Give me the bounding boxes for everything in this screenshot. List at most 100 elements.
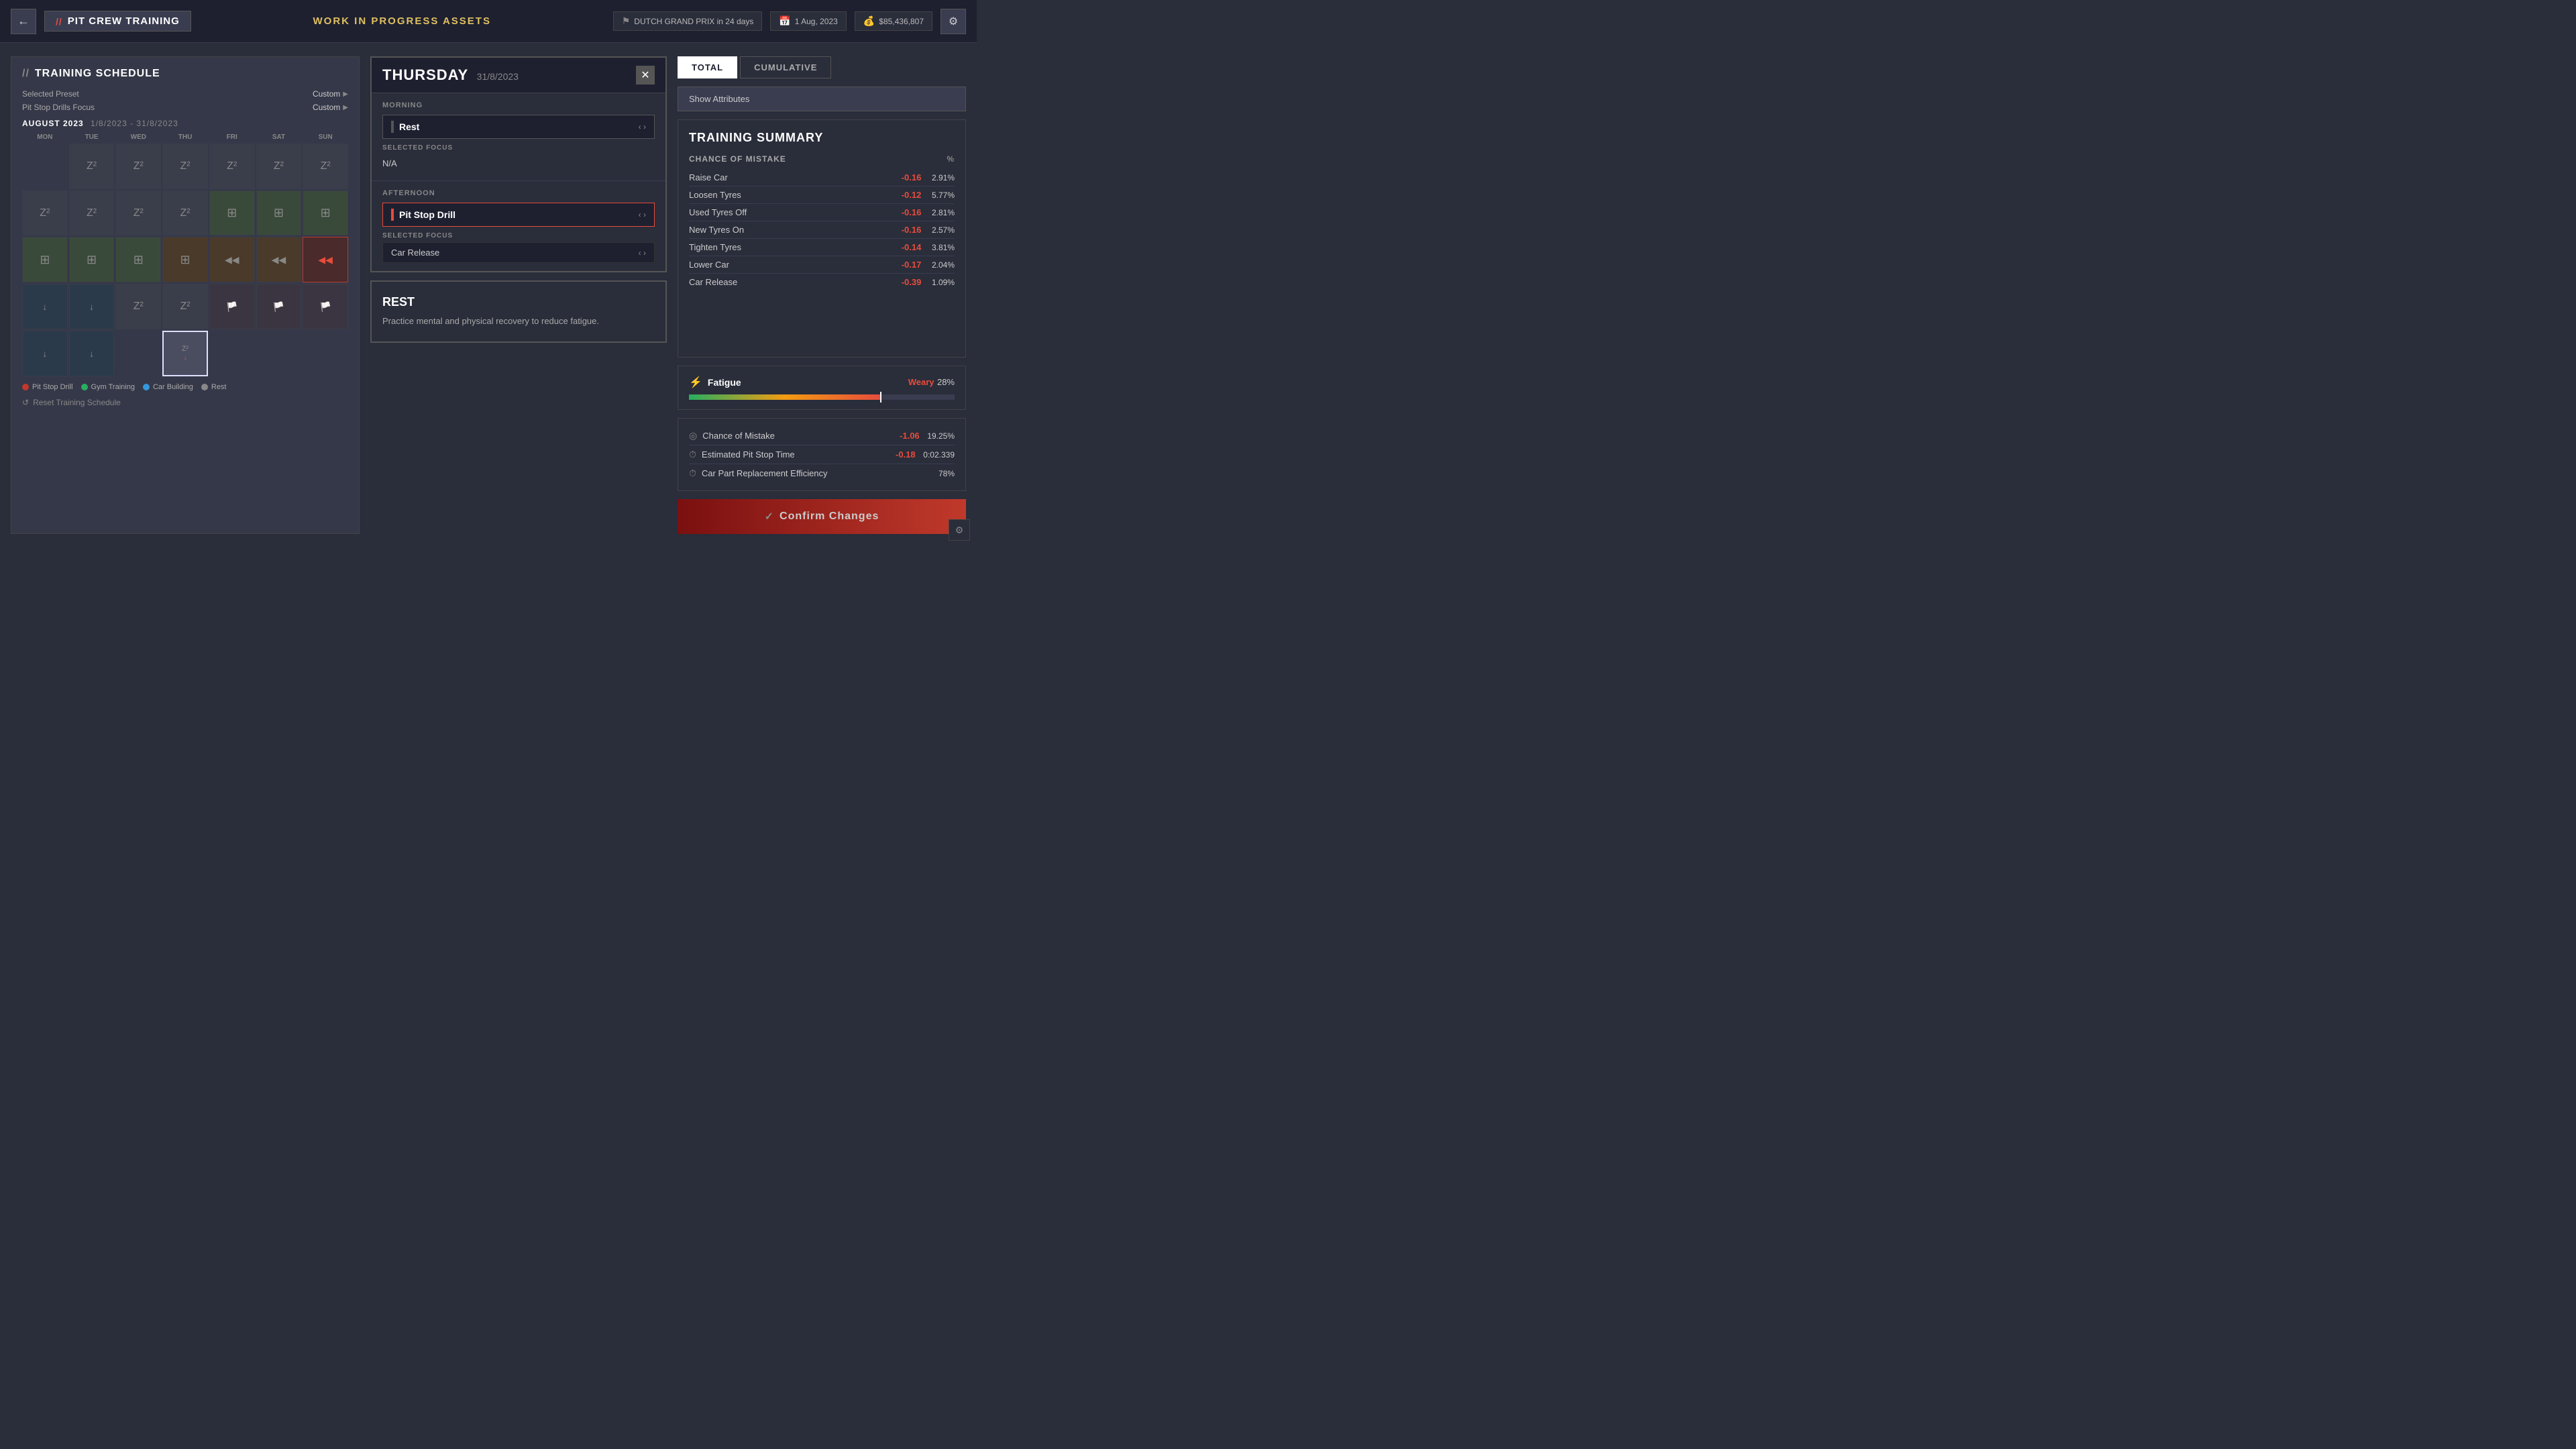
cal-cell-aug16[interactable]: ⊞ [69,237,115,282]
summary-row: Lower Car -0.17 2.04% [689,256,955,274]
afternoon-session-selector[interactable]: Pit Stop Drill ‹ › [382,203,655,227]
tab-total[interactable]: TOTAL [678,56,737,78]
cal-cell-aug19[interactable]: ◀◀ [209,237,255,282]
cal-cell-aug3[interactable]: Z² [115,144,161,189]
afternoon-session-name: Pit Stop Drill [391,209,455,221]
metric-chance-mistake: ◎ Chance of Mistake -1.06 19.25% [689,427,955,445]
day-title-block: THURSDAY 31/8/2023 [382,66,519,84]
legend-dot-pit [22,384,29,390]
cal-cell-aug15[interactable]: ⊞ [22,237,68,282]
day-header-thu: THU [162,132,208,142]
money-icon: 💰 [863,15,875,27]
legend-gym: Gym Training [81,383,135,391]
cal-cell-aug20[interactable]: ◀◀ [256,237,302,282]
cal-cell-aug9[interactable]: Z² [69,191,115,236]
cal-cell-aug6[interactable]: Z² [256,144,302,189]
preset-value[interactable]: Custom ▶ [313,89,348,99]
day-header-tue: TUE [69,132,115,142]
topbar-settings-button[interactable]: ⚙ [941,9,966,34]
cal-cell-aug5[interactable]: Z² [209,144,255,189]
morning-section: MORNING Rest ‹ › SELECTED FOCUS N/A [372,93,665,180]
day-modal-header: THURSDAY 31/8/2023 ✕ [372,58,665,93]
cal-cell-aug28[interactable]: 🏳️ [303,284,348,329]
tab-row: TOTAL CUMULATIVE [678,56,966,78]
legend-dot-rest [201,384,208,390]
legend-car-building: Car Building [143,383,193,391]
reset-icon: ↺ [22,398,29,407]
percentage-icon: % [947,154,955,164]
fatigue-block: ⚡ Fatigue Weary 28% [678,366,966,410]
cal-cell-aug27[interactable]: 🏳️ [256,284,302,329]
cal-cell-aug11[interactable]: Z² [162,191,208,236]
day-modal: THURSDAY 31/8/2023 ✕ MORNING Rest ‹ › SE… [370,56,667,272]
legend-dot-car [143,384,150,390]
summary-row: Raise Car -0.16 2.91% [689,169,955,186]
focus-arrow-icon: ▶ [343,104,348,111]
cal-cell-aug31-selected[interactable]: Z² ↓ [162,331,208,376]
cal-cell-aug4[interactable]: Z² [162,144,208,189]
legend-pit-stop-drill: Pit Stop Drill [22,383,73,391]
morning-nav-arrows[interactable]: ‹ › [639,122,646,131]
back-button[interactable]: ← [11,9,36,34]
center-section: THURSDAY 31/8/2023 ✕ MORNING Rest ‹ › SE… [370,56,667,534]
bottom-gear-button[interactable]: ⚙ [949,519,970,541]
month-header: AUGUST 2023 1/8/2023 - 31/8/2023 [22,119,348,128]
cal-cell-aug7[interactable]: Z² [303,144,348,189]
cal-cell-aug17[interactable]: ⊞ [115,237,161,282]
confirm-changes-button[interactable]: Confirm Changes [678,499,966,534]
morning-session-selector[interactable]: Rest ‹ › [382,115,655,139]
cal-empty-5 [303,331,348,376]
show-attributes-button[interactable]: Show Attributes [678,87,966,111]
cal-cell-aug23[interactable]: ↓ [69,284,115,329]
cal-cell-aug12[interactable]: ⊞ [209,191,255,236]
afternoon-focus-selector[interactable]: Car Release ‹ › [382,242,655,263]
calendar-legend: Pit Stop Drill Gym Training Car Building… [22,383,348,391]
cal-cell-aug2[interactable]: Z² [69,144,115,189]
afternoon-nav-arrows[interactable]: ‹ › [639,210,646,219]
legend-rest: Rest [201,383,227,391]
tab-cumulative[interactable]: CUMULATIVE [740,56,831,78]
chance-of-mistake-header: CHANCE OF MISTAKE % [689,154,955,164]
metric-left-chance: ◎ Chance of Mistake [689,430,775,441]
metric-values-chance: -1.06 19.25% [900,431,955,441]
close-day-modal-button[interactable]: ✕ [636,66,655,85]
cal-cell-aug10[interactable]: Z² [115,191,161,236]
focus-nav-arrows[interactable]: ‹ › [639,248,646,258]
legend-dot-gym [81,384,88,390]
summary-panel: TRAINING SUMMARY CHANCE OF MISTAKE % Rai… [678,119,966,358]
fatigue-bar [689,394,955,400]
cal-cell-aug30[interactable]: ↓ [69,331,115,376]
metric-efficiency: ⏱ Car Part Replacement Efficiency 78% [689,464,955,482]
calendar-grid: MON TUE WED THU FRI SAT SUN Z² Z² Z² Z² … [22,132,348,376]
reset-training-button[interactable]: ↺ Reset Training Schedule [22,398,348,407]
money-chip: 💰 $85,436,807 [855,11,932,31]
metric-icon-chance: ◎ [689,430,697,441]
summary-row: Used Tyres Off -0.16 2.81% [689,204,955,221]
metric-left-eff: ⏱ Car Part Replacement Efficiency [689,468,828,479]
cal-empty-4 [256,331,302,376]
cal-cell-aug25[interactable]: Z² [162,284,208,329]
cal-cell-aug14[interactable]: ⊞ [303,191,348,236]
focus-preset-row: Pit Stop Drills Focus Custom ▶ [22,103,348,112]
cal-cell-aug29[interactable]: ↓ [22,331,68,376]
cal-cell-aug13[interactable]: ⊞ [256,191,302,236]
right-panel: TOTAL CUMULATIVE Show Attributes TRAININ… [678,56,966,534]
preset-arrow-icon: ▶ [343,91,348,98]
topbar: ← PIT CREW TRAINING WORK IN PROGRESS ASS… [0,0,977,43]
date-chip: 📅 1 Aug, 2023 [770,11,847,31]
selected-preset-row: Selected Preset Custom ▶ [22,89,348,99]
panel-title: TRAINING SCHEDULE [22,68,348,80]
cal-cell-aug26[interactable]: 🏳️ [209,284,255,329]
fatigue-label: ⚡ Fatigue [689,376,741,389]
summary-row: Loosen Tyres -0.12 5.77% [689,186,955,204]
cal-cell-aug22[interactable]: ↓ [22,284,68,329]
cal-cell-aug24[interactable]: Z² [115,284,161,329]
focus-value[interactable]: Custom ▶ [313,103,348,112]
cal-cell-aug21[interactable]: ◀◀ [303,237,348,282]
metrics-block: ◎ Chance of Mistake -1.06 19.25% ⏱ Estim… [678,418,966,491]
summary-row: New Tyres On -0.16 2.57% [689,221,955,239]
day-header-fri: FRI [209,132,255,142]
cal-cell-aug8[interactable]: Z² [22,191,68,236]
cal-cell-aug18[interactable]: ⊞ [162,237,208,282]
morning-bar [391,121,394,133]
